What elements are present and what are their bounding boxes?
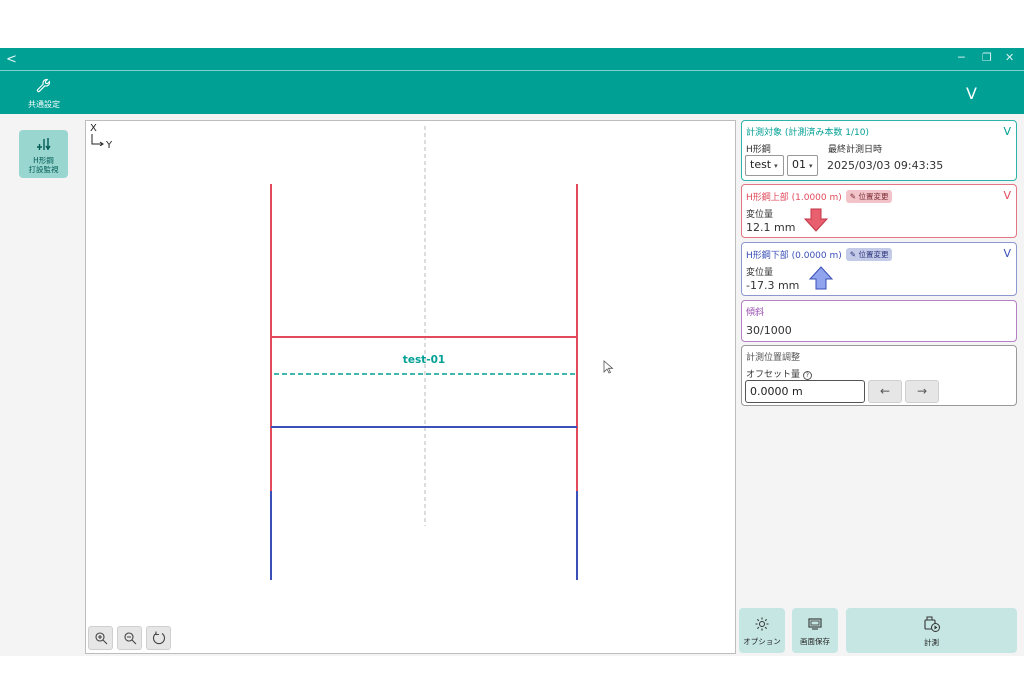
measure-button[interactable]: 計測 (846, 608, 1017, 653)
expand-chevron-icon[interactable]: V (966, 84, 977, 103)
target-card: 計測対象 (計測済み本数 1/10) V H形鋼 最終計測日時 test ▾ 01… (741, 120, 1017, 181)
h-beam-drawing: test-01 (270, 126, 614, 580)
arrow-up-icon (808, 266, 834, 290)
zoom-in-button[interactable] (88, 626, 113, 650)
zoom-out-icon (123, 632, 136, 645)
number-select-value: 01 (792, 158, 806, 171)
help-icon[interactable]: ? (802, 371, 812, 380)
number-select[interactable]: 01 ▾ (787, 155, 818, 176)
common-settings-label: 共通設定 (28, 100, 60, 109)
lower-position-change-button[interactable]: ✎ 位置変更 (845, 248, 893, 261)
back-button[interactable]: < (6, 52, 17, 67)
lower-disp-label: 変位量 (746, 268, 774, 278)
left-nav: H形鋼 打設監視 (0, 114, 84, 656)
options-button[interactable]: オプション (739, 608, 785, 653)
upper-position-change-button[interactable]: ✎ 位置変更 (845, 190, 893, 203)
upper-card: H形鋼上部 (1.0000 m) ✎ 位置変更 V 変位量 12.1 mm (741, 184, 1017, 238)
restore-button[interactable]: ❐ (982, 51, 992, 64)
lower-disp-value: -17.3 mm (746, 279, 800, 292)
tilt-card: 傾斜 30/1000 (741, 300, 1017, 342)
dropdown-arrow-icon: ▾ (774, 162, 778, 170)
last-measure-datetime: 2025/03/03 09:43:35 (827, 159, 944, 172)
app-window: < ─ ❐ ✕ 共通設定 V H形鋼 打設監視 X Y test-01 計測対象… (0, 48, 1024, 656)
monitor-label-1: H形鋼 (33, 156, 54, 165)
beam-select-value: test (750, 158, 772, 171)
last-measure-label: 最終計測日時 (828, 145, 883, 155)
offset-increase-button[interactable]: → (905, 380, 939, 403)
chevron-down-icon[interactable]: V (1003, 189, 1011, 202)
wrench-icon (36, 78, 51, 93)
minimize-button[interactable]: ─ (958, 51, 965, 64)
target-card-title: 計測対象 (計測済み本数 1/10) (746, 128, 869, 138)
camera-play-icon (923, 616, 940, 632)
h-beam-monitor-icon (36, 138, 51, 151)
options-label: オプション (743, 637, 781, 646)
close-button[interactable]: ✕ (1005, 51, 1014, 64)
upper-disp-label: 変位量 (746, 210, 774, 220)
upper-badge-label: 位置変更 (858, 192, 889, 201)
upper-card-header: H形鋼上部 (1.0000 m) ✎ 位置変更 (746, 190, 893, 203)
offset-label: オフセット量 (746, 370, 801, 380)
monitor-icon (808, 618, 822, 630)
title-bar: < ─ ❐ ✕ 共通設定 V (0, 48, 1024, 114)
lower-card: H形鋼下部 (0.0000 m) ✎ 位置変更 V 変位量 -17.3 mm (741, 242, 1017, 296)
offset-input[interactable]: 0.0000 m (745, 380, 865, 403)
tilt-value: 30/1000 (746, 324, 792, 337)
measure-label: 計測 (924, 638, 939, 647)
adjust-card-title: 計測位置調整 (746, 353, 801, 363)
arrow-left-icon: ← (879, 384, 891, 398)
monitor-label-2: 打設監視 (28, 165, 59, 174)
arrow-down-icon (803, 208, 829, 232)
screen-save-label: 画面保存 (800, 637, 830, 646)
arrow-right-icon: → (916, 384, 928, 398)
zoom-out-button[interactable] (117, 626, 142, 650)
zoom-in-icon (94, 632, 107, 645)
gear-icon (755, 617, 769, 631)
beam-canvas[interactable]: X Y test-01 (85, 120, 736, 654)
title-divider (0, 70, 1024, 71)
common-settings-button[interactable]: 共通設定 (24, 78, 64, 110)
lower-card-title: H形鋼下部 (0.0000 m) (746, 251, 842, 261)
chevron-down-icon[interactable]: V (1003, 247, 1011, 260)
dropdown-arrow-icon: ▾ (809, 162, 813, 170)
h-beam-monitor-button[interactable]: H形鋼 打設監視 (19, 130, 68, 178)
tilt-card-title: 傾斜 (746, 308, 765, 318)
upper-disp-value: 12.1 mm (746, 221, 796, 234)
h-beam-field-label: H形鋼 (746, 145, 771, 155)
lower-badge-label: 位置変更 (858, 250, 889, 259)
target-label: test-01 (403, 354, 445, 366)
offset-decrease-button[interactable]: ← (868, 380, 902, 403)
offset-label-row: オフセット量 ? (746, 367, 812, 380)
adjust-card: 計測位置調整 オフセット量 ? 0.0000 m ← → (741, 345, 1017, 406)
reset-view-button[interactable] (146, 626, 171, 650)
mouse-cursor-icon (603, 360, 614, 374)
chevron-down-icon[interactable]: V (1003, 125, 1011, 138)
upper-card-title: H形鋼上部 (1.0000 m) (746, 193, 842, 203)
beam-select[interactable]: test ▾ (745, 155, 784, 176)
screen-save-button[interactable]: 画面保存 (792, 608, 838, 653)
rotate-icon (152, 631, 165, 645)
lower-card-header: H形鋼下部 (0.0000 m) ✎ 位置変更 (746, 248, 893, 261)
